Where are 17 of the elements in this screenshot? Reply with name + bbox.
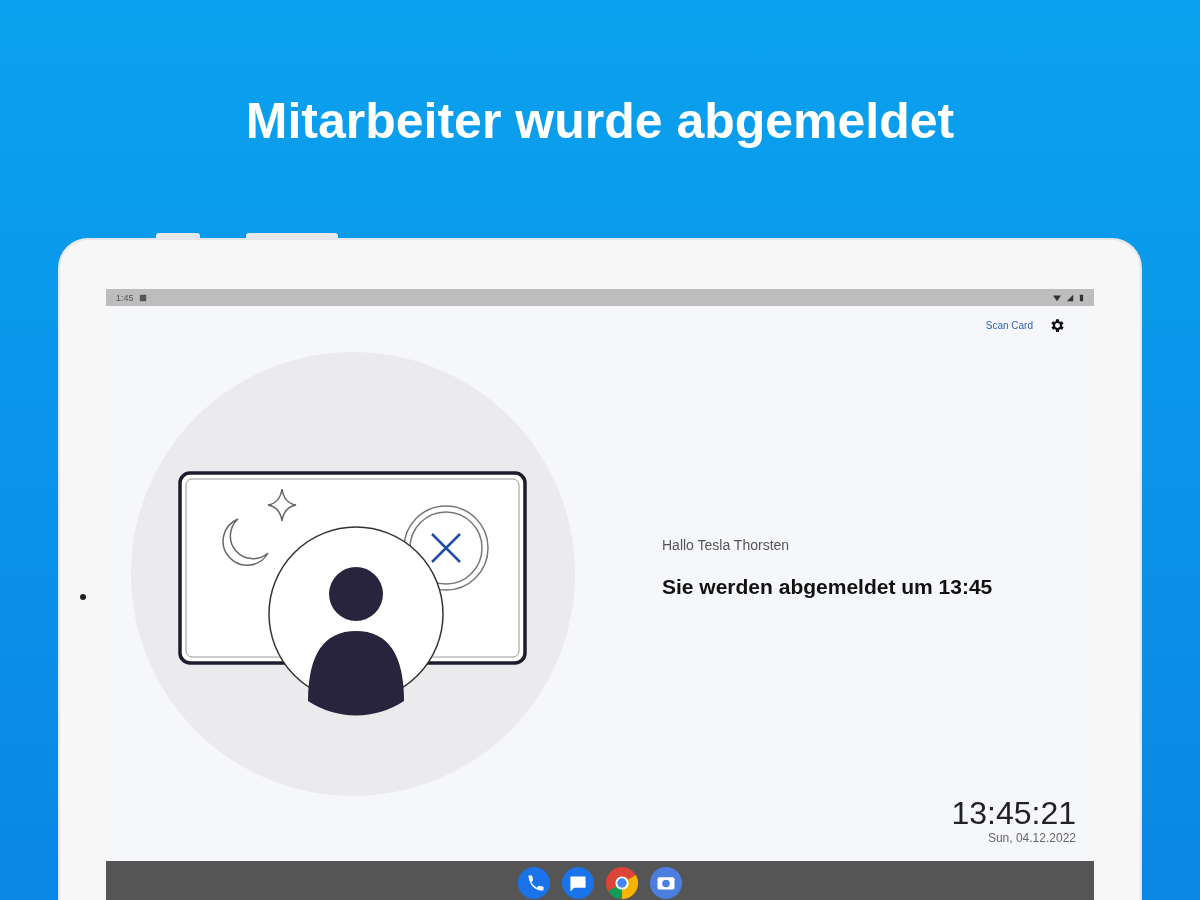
logout-message: Sie werden abgemeldet um 13:45 [662, 575, 993, 599]
status-time: 1:45 [116, 292, 134, 303]
scan-card-link[interactable]: Scan Card [985, 319, 1033, 331]
camera-icon[interactable] [649, 866, 683, 900]
message-icon[interactable] [561, 866, 595, 900]
clock-time: 13:45:21 [951, 795, 1076, 831]
camera-dot [80, 594, 86, 600]
wifi-icon [1053, 293, 1061, 302]
browser-icon[interactable] [605, 866, 639, 900]
battery-icon [1079, 293, 1084, 302]
greeting-text: Hallo Tesla Thorsten [662, 537, 791, 553]
phone-icon[interactable] [517, 866, 551, 900]
settings-icon[interactable] [1049, 316, 1066, 334]
signal-icon [1066, 293, 1074, 302]
headline: Mitarbeiter wurde abgemeldet [245, 92, 955, 150]
notification-icon [138, 293, 147, 302]
clock-date: Sun, 04.12.2022 [987, 831, 1076, 845]
